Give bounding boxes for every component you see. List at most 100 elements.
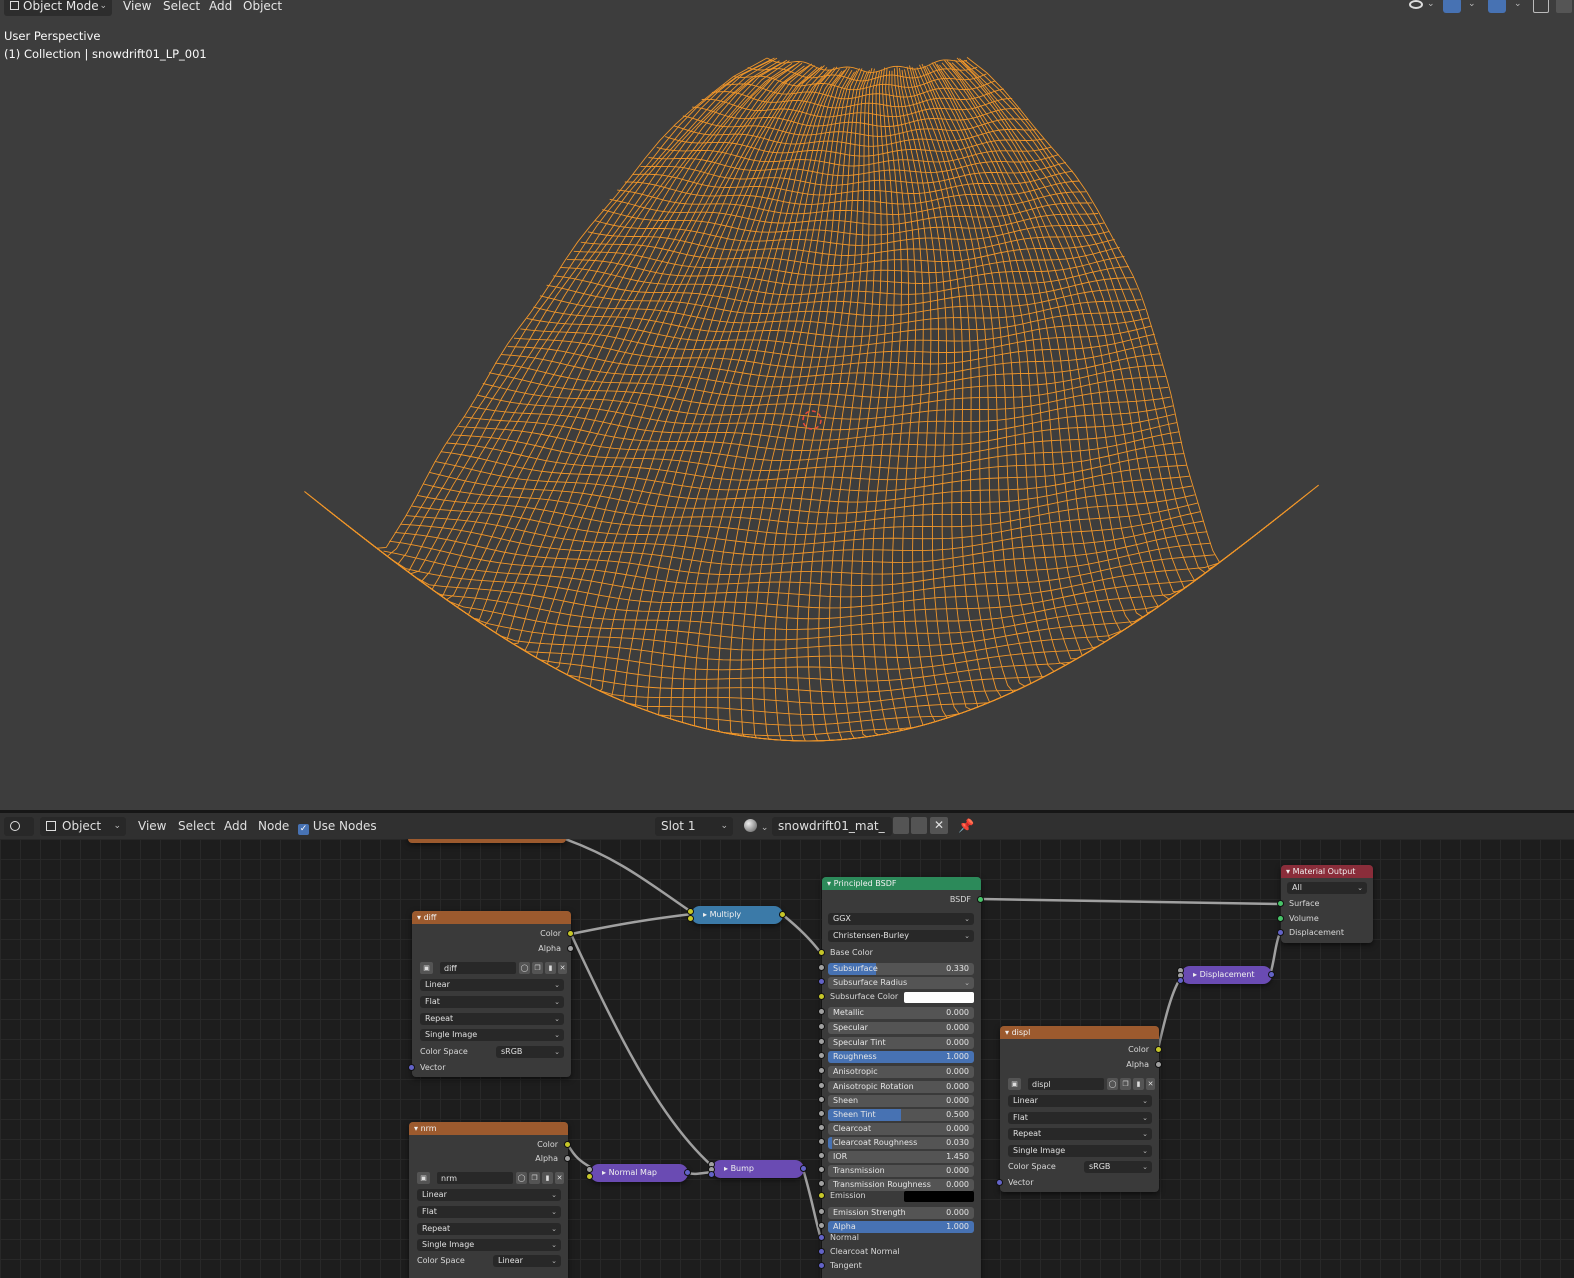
open-folder-icon[interactable]: ▮ — [1133, 1078, 1144, 1090]
socket-param-in[interactable] — [818, 1208, 825, 1215]
socket-normal-out[interactable] — [684, 1169, 691, 1176]
gizmo-dropdown[interactable]: ⌄ — [1443, 0, 1477, 14]
texture-node-partial[interactable] — [408, 839, 566, 843]
wireframe-mesh[interactable] — [0, 0, 1574, 810]
socket-color-out[interactable] — [564, 1141, 571, 1148]
slot-dropdown[interactable]: Slot 1 ⌄ — [655, 817, 733, 836]
socket-alpha-out[interactable] — [567, 945, 574, 952]
menu-add[interactable]: Add — [209, 0, 232, 15]
use-nodes-toggle[interactable]: ✓ Use Nodes — [298, 817, 377, 836]
socket-volume-in[interactable] — [1277, 915, 1284, 922]
source-dropdown[interactable]: Single Image ⌄ — [420, 1029, 564, 1041]
socket-surface-in[interactable] — [1277, 900, 1284, 907]
material-browse-button[interactable]: ⌄ — [744, 817, 770, 836]
projection-dropdown[interactable]: Flat ⌄ — [1008, 1112, 1152, 1124]
node-header[interactable]: ▾ displ — [1000, 1026, 1159, 1039]
param-slider[interactable]: Emission Strength 0.000 — [828, 1207, 974, 1219]
shader-type-dropdown[interactable]: Object ⌄ — [40, 817, 126, 836]
image-texture-node-nrm[interactable]: ▾ nrm Color Alpha ▣ nrm ◯ ❐ ▮ ✕ Linear ⌄ … — [409, 1122, 571, 1278]
open-folder-icon[interactable]: ▮ — [542, 1172, 553, 1184]
fake-user-shield-icon[interactable]: ◯ — [516, 1172, 527, 1184]
param-slider[interactable]: Specular Tint 0.000 — [828, 1037, 974, 1049]
distribution-dropdown[interactable]: GGX ⌄ — [828, 913, 974, 925]
socket-normal-in[interactable] — [818, 1234, 825, 1241]
image-icon[interactable]: ▣ — [417, 1172, 430, 1184]
principled-bsdf-node[interactable]: ▾ Principled BSDF BSDF GGX ⌄ Christensen-… — [818, 877, 984, 1278]
socket-param-in[interactable] — [818, 1052, 825, 1059]
menu-view[interactable]: View — [123, 0, 151, 15]
socket-color-out[interactable] — [1155, 1046, 1162, 1053]
image-icon[interactable]: ▣ — [420, 962, 433, 974]
socket-color-out[interactable] — [567, 930, 574, 937]
socket-param-in[interactable] — [818, 964, 825, 971]
node-header[interactable]: ▾ nrm — [409, 1122, 568, 1135]
duplicate-image-icon[interactable]: ❐ — [529, 1172, 540, 1184]
socket-subsurface-color-in[interactable] — [818, 993, 825, 1000]
socket-tangent-in[interactable] — [818, 1262, 825, 1269]
socket-normal-in[interactable] — [1177, 977, 1184, 984]
close-icon[interactable]: ✕ — [555, 1172, 564, 1184]
socket-emission-in[interactable] — [818, 1192, 825, 1199]
fake-user-shield-icon[interactable] — [893, 817, 909, 834]
fake-user-shield-icon[interactable]: ◯ — [1107, 1078, 1118, 1090]
image-texture-node-displ[interactable]: ▾ displ Color Alpha ▣ displ ◯ ❐ ▮ ✕ Line… — [996, 1026, 1162, 1192]
node-header[interactable]: ▾ Principled BSDF — [822, 877, 981, 890]
param-slider[interactable]: Anisotropic Rotation 0.000 — [828, 1081, 974, 1093]
node-header[interactable]: ▾ Material Output — [1281, 865, 1373, 878]
socket-param-in[interactable] — [818, 1222, 825, 1229]
interpolation-dropdown[interactable]: Linear ⌄ — [420, 979, 564, 991]
close-icon[interactable]: ✕ — [1146, 1078, 1155, 1090]
menu-object[interactable]: Object — [243, 0, 282, 15]
extension-dropdown[interactable]: Repeat ⌄ — [1008, 1128, 1152, 1140]
param-slider[interactable]: Alpha 1.000 — [828, 1221, 974, 1233]
bump-node[interactable]: ▸ Bump — [708, 1160, 807, 1178]
editor-type-dropdown[interactable]: ⌄ — [4, 817, 34, 852]
param-slider[interactable]: Transmission Roughness 0.000 — [828, 1179, 974, 1191]
color-space-dropdown[interactable]: Linear ⌄ — [493, 1255, 561, 1267]
socket-b-in[interactable] — [687, 915, 694, 922]
subsurface-color-swatch[interactable] — [904, 992, 974, 1003]
3d-viewport[interactable]: Object Mode ⌄ View Select Add Object ⌄ ⌄… — [0, 0, 1574, 810]
image-icon[interactable]: ▣ — [1008, 1078, 1021, 1090]
socket-param-in[interactable] — [818, 1110, 825, 1117]
image-name-field[interactable]: displ — [1028, 1078, 1104, 1090]
socket-param-in[interactable] — [818, 1138, 825, 1145]
image-texture-node-diff[interactable]: ▾ diff Color Alpha ▣ diff ◯ ❐ ▮ ✕ Linear… — [408, 911, 574, 1077]
socket-param-in[interactable] — [818, 1008, 825, 1015]
color-space-dropdown[interactable]: sRGB ⌄ — [1084, 1161, 1152, 1173]
normal-map-node[interactable]: ▸ Normal Map — [586, 1164, 691, 1182]
socket-param-in[interactable] — [818, 1082, 825, 1089]
duplicate-image-icon[interactable]: ❐ — [1120, 1078, 1131, 1090]
socket-param-in[interactable] — [818, 1180, 825, 1187]
socket-vector-in[interactable] — [408, 1064, 415, 1071]
extension-dropdown[interactable]: Repeat ⌄ — [417, 1223, 561, 1235]
node-canvas[interactable]: ▾ diff Color Alpha ▣ diff ◯ ❐ ▮ ✕ Linear… — [0, 839, 1574, 1278]
visibility-dropdown[interactable]: ⌄ — [1407, 0, 1435, 14]
socket-normal-in[interactable] — [708, 1171, 715, 1178]
param-slider[interactable]: Sheen Tint 0.500 — [828, 1109, 974, 1121]
menu-select[interactable]: Select — [163, 0, 200, 15]
socket-param-in[interactable] — [818, 1152, 825, 1159]
socket-param-in[interactable] — [818, 1166, 825, 1173]
socket-clearcoat-normal-in[interactable] — [818, 1248, 825, 1255]
menu-add[interactable]: Add — [224, 817, 247, 836]
socket-param-in[interactable] — [818, 1023, 825, 1030]
interpolation-dropdown[interactable]: Linear ⌄ — [417, 1189, 561, 1201]
socket-strength-in[interactable] — [586, 1166, 593, 1173]
param-slider[interactable]: Sheen 0.000 — [828, 1095, 974, 1107]
image-name-field[interactable]: diff — [440, 962, 516, 974]
param-slider[interactable]: Clearcoat Roughness 0.030 — [828, 1137, 974, 1149]
mode-dropdown[interactable]: Object Mode ⌄ — [4, 0, 112, 16]
socket-displacement-out[interactable] — [1268, 971, 1275, 978]
use-nodes-checkbox[interactable]: ✓ — [298, 824, 309, 835]
param-slider[interactable]: Subsurface 0.330 — [828, 963, 974, 975]
param-slider[interactable]: Specular 0.000 — [828, 1022, 974, 1034]
subsurface-method-dropdown[interactable]: Christensen-Burley ⌄ — [828, 930, 974, 942]
node-header[interactable]: ▾ diff — [412, 911, 571, 924]
socket-alpha-out[interactable] — [1155, 1061, 1162, 1068]
close-icon[interactable]: ✕ — [558, 962, 567, 974]
xray-toggle-icon[interactable] — [1533, 0, 1549, 13]
overlays-dropdown[interactable]: ⌄ — [1488, 0, 1524, 14]
socket-a-in[interactable] — [687, 908, 694, 915]
projection-dropdown[interactable]: Flat ⌄ — [420, 996, 564, 1008]
